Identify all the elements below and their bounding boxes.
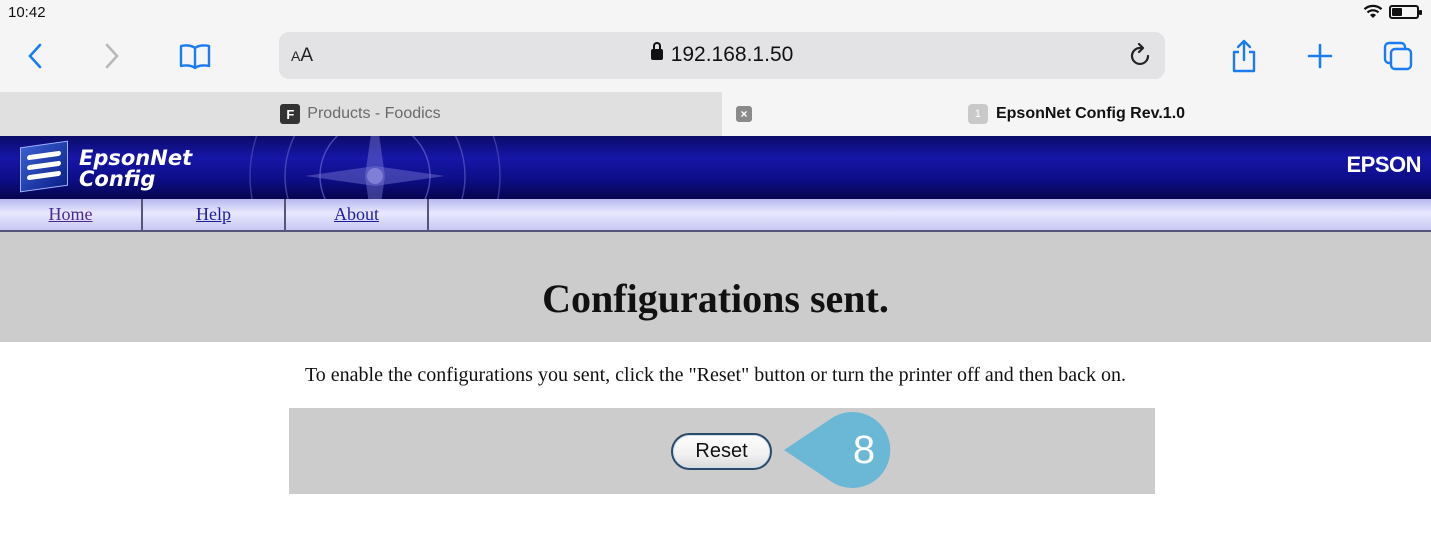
title-band: Configurations sent. [0, 232, 1431, 342]
navigation-bar: Home Help About [0, 199, 1431, 232]
instruction-message: To enable the configurations you sent, c… [304, 364, 1126, 386]
logo-line-1: EpsonNet [79, 146, 193, 170]
lock-icon [650, 42, 663, 60]
browser-toolbar: AA 192.168.1.50 [0, 26, 1431, 92]
tab-label: EpsonNet Config Rev.1.0 [995, 105, 1186, 122]
chevron-left-icon [28, 43, 42, 69]
reload-button[interactable] [1129, 42, 1153, 72]
new-tab-button[interactable] [1302, 38, 1338, 74]
tab-label: Products - Foodics [307, 105, 441, 122]
epsonnet-logo-text: EpsonNet Config [79, 148, 192, 190]
status-time: 10:42 [8, 4, 46, 21]
forward-button[interactable] [94, 38, 130, 74]
book-icon [179, 44, 211, 70]
nav-item-home: Home [0, 199, 143, 230]
epsonnet-logo-icon [20, 140, 68, 193]
compass-graphic-icon [249, 136, 501, 199]
back-button[interactable] [17, 38, 53, 74]
epsonnet-banner: EpsonNet Config EPSON [0, 136, 1431, 199]
plus-icon [1307, 43, 1333, 69]
callout-number: 8 [852, 428, 876, 472]
help-link[interactable]: Help [196, 204, 231, 224]
reset-button[interactable]: Reset [671, 433, 772, 470]
status-bar: 10:42 [0, 0, 1431, 26]
share-button[interactable] [1226, 38, 1262, 74]
foodics-favicon-icon: F [280, 104, 301, 124]
nav-item-help: Help [143, 199, 286, 230]
wifi-icon [1363, 4, 1383, 18]
url-text: 192.168.1.50 [670, 43, 794, 66]
tab-products-foodics[interactable]: F Products - Foodics [0, 92, 721, 136]
reload-icon [1130, 42, 1150, 65]
close-tab-icon[interactable]: × [736, 106, 752, 122]
home-link[interactable]: Home [49, 204, 93, 224]
about-link[interactable]: About [334, 204, 379, 224]
battery-icon [1389, 4, 1422, 19]
tabs-overview-button[interactable] [1380, 38, 1416, 74]
nav-item-about: About [286, 199, 429, 230]
epson-brand: EPSON [1346, 152, 1421, 177]
address-bar[interactable]: AA 192.168.1.50 [279, 32, 1165, 79]
page-title: Configurations sent. [542, 276, 889, 321]
epson-favicon-icon: 1 [967, 104, 988, 124]
status-indicators [1363, 4, 1422, 19]
share-icon [1232, 39, 1256, 73]
bookmarks-button[interactable] [177, 38, 213, 74]
tab-bar: F Products - Foodics × 1 EpsonNet Config… [0, 92, 1431, 136]
url-display[interactable]: 192.168.1.50 [279, 42, 1165, 67]
chevron-right-icon [105, 43, 119, 69]
logo-line-2: Config [79, 167, 156, 191]
tab-epsonnet-config[interactable]: × 1 EpsonNet Config Rev.1.0 [722, 92, 1431, 136]
tabs-icon [1383, 41, 1413, 71]
